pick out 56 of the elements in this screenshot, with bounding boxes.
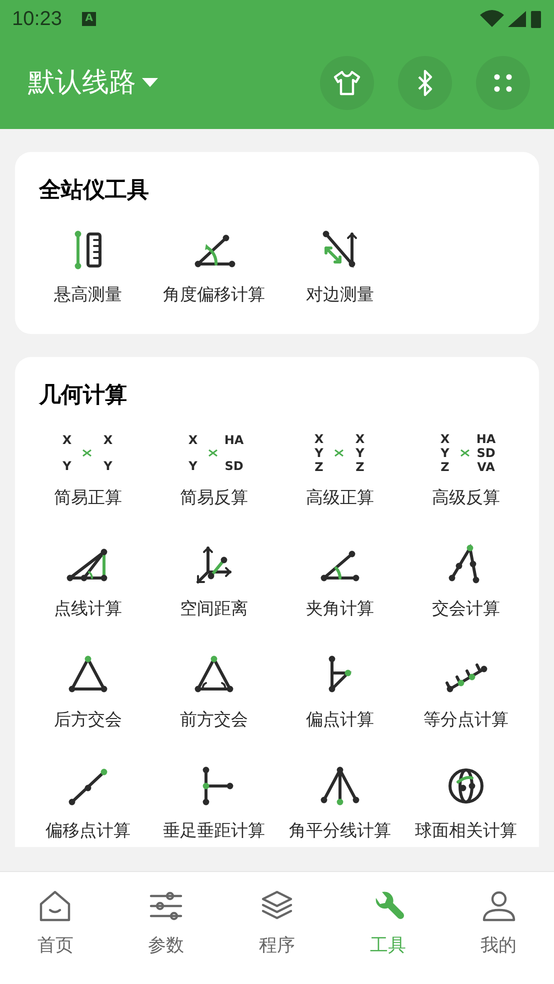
swap-icon [82, 449, 92, 457]
swap-icon [208, 449, 218, 457]
tool-button[interactable]: 角平分线计算 [277, 751, 403, 847]
status-time: 10:23 [12, 6, 62, 32]
axis-label: HA [224, 433, 244, 447]
swap-icon [334, 449, 344, 457]
tool-button[interactable]: X Y Z X Y Z 高级正算 [277, 418, 403, 529]
axis-label: Z [314, 460, 324, 474]
tool-button[interactable]: 后方交会 [25, 640, 151, 751]
tool-button[interactable]: 夹角计算 [277, 529, 403, 640]
nav-tab[interactable]: 首页 [0, 872, 111, 984]
axis-label: Y [440, 446, 450, 460]
tool-button[interactable]: X Y X Y 简易正算 [25, 418, 151, 529]
tool-button[interactable]: 对边测量 [277, 215, 403, 326]
tool-button[interactable]: X Y Z HA SD VA 高级反算 [403, 418, 529, 529]
axis-label: Y [62, 459, 72, 473]
wifi-icon [480, 10, 504, 28]
axis-label: X [440, 432, 450, 446]
tool-button[interactable]: 等分点计算 [403, 640, 529, 751]
tool-button[interactable]: 交会计算 [403, 529, 529, 640]
axis-label: X [355, 432, 365, 446]
axis-label: Y [314, 446, 324, 460]
axis-label: Z [356, 460, 364, 474]
axis-label: Y [356, 446, 364, 460]
tool-button[interactable]: 前方交会 [151, 640, 277, 751]
nav-tab[interactable]: 参数 [110, 872, 222, 984]
tool-button[interactable]: 偏移点计算 [25, 751, 151, 847]
axis-label: X [314, 432, 324, 446]
tool-button[interactable]: 悬高测量 [25, 215, 151, 326]
caret-icon [142, 78, 158, 88]
nav-tab[interactable]: 我的 [443, 872, 554, 984]
shirt-icon [333, 69, 361, 97]
tool-button[interactable]: 偏点计算 [277, 640, 403, 751]
tool-button[interactable]: 球面相关计算 [403, 751, 529, 847]
axis-label: X [62, 433, 72, 447]
axis-label: Y [104, 459, 112, 473]
axis-label: SD [224, 459, 244, 473]
axis-label: X [103, 433, 113, 447]
card-title: 全站仪工具 [38, 177, 150, 205]
tool-button[interactable]: 角度偏移计算 [151, 215, 277, 326]
tool-button[interactable]: 点线计算 [25, 529, 151, 640]
axis-label: SD [476, 446, 496, 460]
axis-label: Y [188, 459, 198, 473]
nav-tab[interactable]: 程序 [222, 872, 332, 984]
axis-label: X [188, 433, 198, 447]
axis-label: VA [477, 460, 495, 474]
tool-button[interactable]: 空间距离 [151, 529, 277, 640]
battery-icon [530, 8, 542, 28]
tool-button[interactable]: 垂足垂距计算 [151, 751, 277, 847]
signal-icon [508, 10, 526, 28]
swap-icon [460, 449, 470, 457]
tool-button[interactable]: X Y HA SD 简易反算 [151, 418, 277, 529]
axis-label: Z [440, 460, 450, 474]
axis-label: HA [476, 432, 496, 446]
notification-icon: A [82, 12, 96, 26]
card-title: 几何计算 [38, 382, 128, 410]
